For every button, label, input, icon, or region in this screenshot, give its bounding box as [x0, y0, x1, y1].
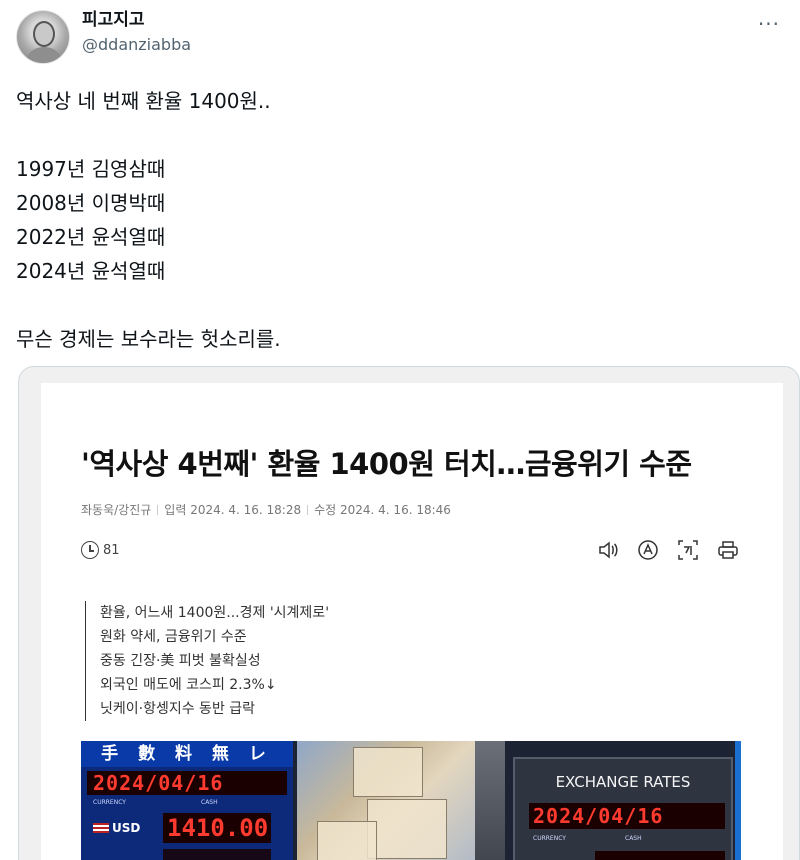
print-icon[interactable] — [715, 539, 741, 561]
board-title: EXCHANGE RATES — [555, 773, 691, 791]
speaker-icon[interactable] — [595, 539, 621, 561]
divider — [307, 505, 309, 515]
tweet-text: 역사상 네 번째 환율 1400원.. 1997년 김영삼때 2008년 이명박… — [16, 84, 786, 356]
article-photo: 手 數 料 無 レ 2024/04/16 CURRENCY CASH USD 1… — [81, 741, 741, 860]
summary-item: 원화 약세, 금융위기 수준 — [100, 629, 247, 645]
tweet-line: 무슨 경제는 보수라는 헛소리를. — [16, 327, 281, 351]
author-names: 피고지고 @ddanziabba — [82, 8, 191, 56]
clock-icon — [81, 541, 99, 559]
article-screenshot: '역사상 4번째' 환율 1400원 터치…금융위기 수준 좌동욱/강진규 입력 … — [41, 383, 783, 860]
view-count-value: 81 — [103, 542, 120, 558]
banknote-shape — [353, 747, 423, 797]
article-title: '역사상 4번째' 환율 1400원 터치…금융위기 수준 — [81, 447, 692, 481]
tweet-line: 2024년 윤석열때 — [16, 259, 166, 283]
avatar[interactable] — [16, 10, 70, 64]
blue-banner — [735, 741, 741, 860]
modified-date: 수정 2024. 4. 16. 18:46 — [314, 503, 451, 517]
translate-icon[interactable] — [675, 539, 701, 561]
sign-post — [475, 741, 505, 860]
divider — [157, 505, 159, 515]
reporters: 좌동욱/강진규 — [81, 503, 152, 517]
more-options-icon[interactable]: ··· — [758, 12, 780, 36]
exchange-board-left: 手 數 料 無 レ 2024/04/16 CURRENCY CASH USD 1… — [81, 741, 293, 860]
cash-label: CASH — [201, 799, 218, 806]
tweet-header: 피고지고 @ddanziabba ··· — [16, 8, 800, 68]
board-date: 2024/04/16 — [87, 771, 287, 795]
usd-tag: USD — [93, 821, 140, 835]
handle[interactable]: @ddanziabba — [82, 34, 191, 56]
board-header: 手 數 料 無 レ — [81, 741, 293, 767]
us-flag-icon — [93, 823, 109, 833]
banknote-shape — [367, 799, 447, 859]
avatar-face-shape — [33, 21, 55, 47]
article-summary: 환율, 어느새 1400원...경제 '시계제로' 원화 약세, 금융위기 수준… — [85, 601, 329, 721]
currency-label: CURRENCY — [533, 835, 566, 842]
view-count: 81 — [81, 541, 120, 559]
usd-rate: 1410.00 — [163, 813, 271, 843]
exchange-board-right: EXCHANGE RATES 2024/04/16 CURRENCY CASH — [513, 757, 733, 860]
currency-label: CURRENCY — [93, 799, 126, 806]
tweet-line: 2022년 윤석열때 — [16, 225, 166, 249]
summary-item: 외국인 매도에 코스피 2.3%↓ — [100, 677, 277, 693]
summary-item: 중동 긴장·美 피벗 불확실성 — [100, 653, 261, 669]
summary-item: 환율, 어느새 1400원...경제 '시계제로' — [100, 605, 330, 621]
text-size-icon[interactable] — [635, 539, 661, 561]
cash-label: CASH — [625, 835, 642, 842]
summary-item: 닛케이·항셍지수 동반 급락 — [100, 701, 256, 717]
banknote-shape — [317, 821, 377, 860]
avatar-body-shape — [25, 47, 63, 63]
next-rate-row — [163, 849, 271, 860]
article-image-card[interactable]: '역사상 4번째' 환율 1400원 터치…금융위기 수준 좌동욱/강진규 입력 … — [18, 366, 800, 860]
article-tools — [595, 539, 741, 561]
rate-display — [595, 851, 725, 860]
tweet-line: 2008년 이명박때 — [16, 191, 166, 215]
article-byline: 좌동욱/강진규 입력 2024. 4. 16. 18:28 수정 2024. 4. … — [81, 501, 451, 518]
currency-code: USD — [112, 821, 141, 835]
tweet-line: 역사상 네 번째 환율 1400원.. — [16, 89, 271, 113]
published-date: 입력 2024. 4. 16. 18:28 — [164, 503, 302, 517]
tweet-line: 1997년 김영삼때 — [16, 157, 166, 181]
board-date: 2024/04/16 — [529, 803, 725, 829]
display-name[interactable]: 피고지고 — [82, 8, 191, 32]
banknotes-background — [297, 741, 477, 860]
